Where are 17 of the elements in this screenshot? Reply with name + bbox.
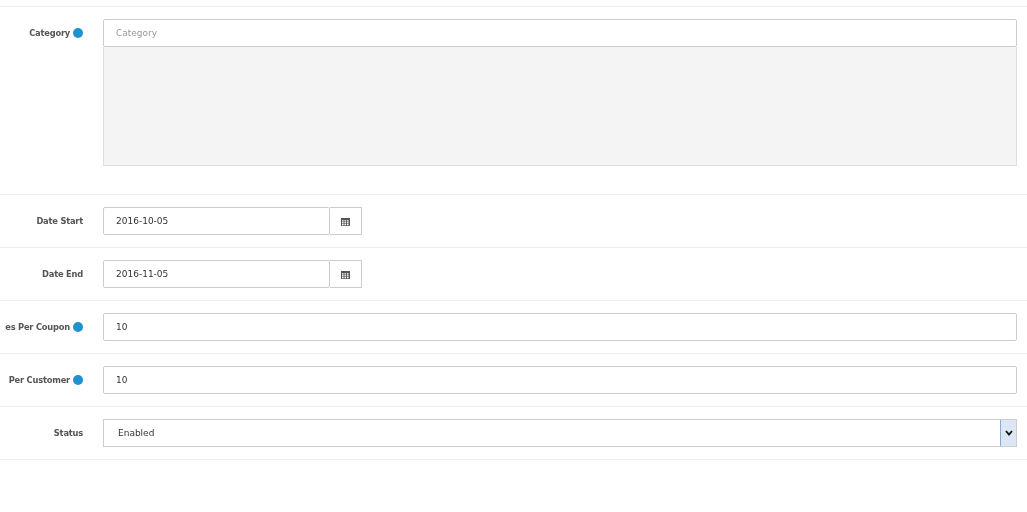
field-label: es Per Coupon [5, 322, 70, 332]
field-label: Per Customer [8, 375, 70, 385]
text-input[interactable]: 10 [103, 313, 1017, 341]
field-label: Date End [42, 269, 83, 279]
field-label: Category [29, 28, 70, 38]
field-label: Date Start [36, 216, 83, 226]
calendar-icon [341, 269, 350, 279]
status-select[interactable]: Enabled [103, 419, 1017, 447]
text-input[interactable]: 10 [103, 366, 1017, 394]
field-label: Status [53, 428, 83, 438]
category-input[interactable]: Category [103, 19, 1017, 47]
calendar-button[interactable] [330, 260, 362, 288]
calendar-icon [341, 216, 350, 226]
date-input[interactable]: 2016-11-05 [103, 260, 330, 288]
chevron-down-icon [1004, 430, 1013, 436]
date-input[interactable]: 2016-10-05 [103, 207, 330, 235]
calendar-button[interactable] [330, 207, 362, 235]
